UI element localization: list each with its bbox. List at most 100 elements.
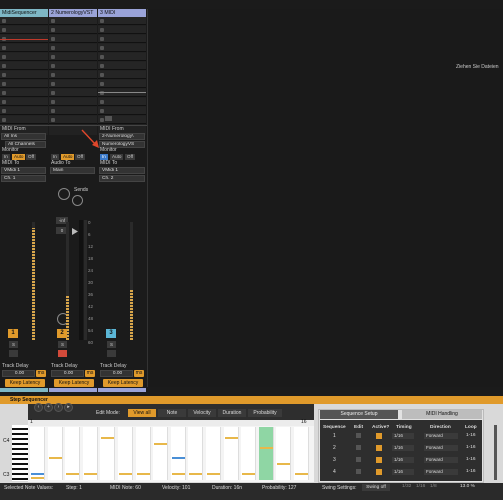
step-note[interactable] — [31, 477, 44, 479]
track-activator-1[interactable]: 1 — [8, 329, 18, 338]
clip-slot[interactable] — [98, 98, 146, 106]
fader-handle[interactable] — [72, 228, 78, 235]
clip-slot[interactable] — [49, 35, 97, 43]
active-checkbox[interactable] — [376, 457, 382, 463]
solo-button[interactable]: S — [107, 341, 116, 348]
clip-stop-icon[interactable] — [51, 37, 55, 41]
step-note[interactable] — [154, 443, 168, 445]
step-column[interactable] — [135, 427, 151, 480]
step-column[interactable] — [188, 427, 204, 480]
arm-button[interactable] — [107, 350, 116, 357]
track-activator-2[interactable]: 2 — [57, 329, 67, 338]
step-column[interactable] — [47, 427, 63, 480]
step-note[interactable] — [189, 473, 203, 475]
step-column[interactable] — [276, 427, 292, 480]
track-header-3[interactable]: 3 MIDI — [98, 9, 146, 17]
clip-stop-icon[interactable] — [2, 82, 6, 86]
clip-slot[interactable] — [98, 44, 146, 52]
clip-stop-icon[interactable] — [2, 91, 6, 95]
step-column[interactable] — [82, 427, 98, 480]
clip-stop-icon[interactable] — [100, 109, 104, 113]
clip-slot[interactable] — [49, 89, 97, 97]
midi-channel-select[interactable]: Ch. 2 — [99, 175, 145, 182]
solo-button[interactable]: S — [58, 341, 67, 348]
clip-stop-icon[interactable] — [100, 82, 104, 86]
step-note[interactable] — [66, 473, 80, 475]
tab-duration[interactable]: Duration — [218, 409, 246, 417]
clip-stop-icon[interactable] — [100, 19, 104, 23]
clip-slot[interactable] — [98, 89, 146, 97]
play-icon[interactable]: ▸ — [64, 403, 73, 412]
active-checkbox[interactable] — [376, 469, 382, 475]
step-note[interactable] — [295, 473, 308, 475]
step-column[interactable] — [65, 427, 81, 480]
direction-select[interactable]: Forward — [424, 433, 458, 439]
clip-stop-icon[interactable] — [2, 19, 6, 23]
clip-slot[interactable] — [98, 107, 146, 115]
midi-from-select[interactable]: 2-Numerology\ — [99, 133, 145, 140]
clip-slot[interactable] — [98, 17, 146, 25]
clip-stop-icon[interactable] — [100, 118, 104, 122]
fader-track[interactable] — [79, 220, 83, 340]
solo-button[interactable]: S — [9, 341, 18, 348]
clip-slot[interactable] — [49, 17, 97, 25]
midi-channel-select[interactable]: Ch. 1 — [1, 175, 46, 182]
monitor-off-button[interactable]: Off — [75, 154, 86, 160]
step-column[interactable] — [223, 427, 239, 480]
clip-stop-icon[interactable] — [2, 46, 6, 50]
device-title-bar[interactable] — [0, 396, 503, 404]
clip-stop-icon[interactable] — [2, 28, 6, 32]
track-delay-value[interactable]: 0.00 — [51, 370, 84, 377]
clip-stop-icon[interactable] — [100, 55, 104, 59]
clip-stop-icon[interactable] — [51, 55, 55, 59]
step-column[interactable] — [118, 427, 133, 480]
timing-select[interactable]: 1/16 — [392, 445, 414, 451]
step-note-selected[interactable] — [171, 457, 185, 459]
clip-stop-icon[interactable] — [2, 118, 6, 122]
clip-stop-icon[interactable] — [2, 64, 6, 68]
arm-button[interactable] — [9, 350, 18, 357]
step-note[interactable] — [83, 473, 97, 475]
clip-stop-icon[interactable] — [2, 100, 6, 104]
clip-stop-icon[interactable] — [100, 100, 104, 104]
keep-latency-button[interactable]: Keep Latency — [5, 379, 45, 387]
clip-slot[interactable] — [0, 80, 48, 88]
keep-latency-button[interactable]: Keep Latency — [54, 379, 94, 387]
clip-stop-icon[interactable] — [51, 118, 55, 122]
clip-slot[interactable] — [98, 26, 146, 34]
clip-stop-icon[interactable] — [51, 19, 55, 23]
clip-stop-icon[interactable] — [51, 82, 55, 86]
clip-slot[interactable] — [49, 26, 97, 34]
clip-slot[interactable] — [98, 53, 146, 61]
step-note[interactable] — [259, 447, 273, 449]
clip-slot[interactable] — [98, 71, 146, 79]
edit-radio[interactable] — [356, 433, 361, 438]
clip-slot[interactable] — [49, 71, 97, 79]
clip-stop-icon[interactable] — [51, 64, 55, 68]
send-knob[interactable] — [72, 195, 83, 206]
step-column[interactable] — [241, 427, 257, 480]
clip-slot[interactable] — [49, 53, 97, 61]
step-column[interactable] — [170, 427, 186, 480]
tab-note[interactable]: Note — [158, 409, 186, 417]
step-column[interactable] — [258, 427, 274, 480]
clip-slot[interactable] — [49, 80, 97, 88]
clip-stop-icon[interactable] — [51, 46, 55, 50]
tab-midi-handling[interactable]: MIDI Handling — [402, 410, 482, 419]
clip-slot[interactable] — [0, 98, 48, 106]
edit-radio[interactable] — [356, 457, 361, 462]
swing-1-16[interactable]: 1/16 — [416, 484, 425, 489]
timing-select[interactable]: 1/16 — [392, 457, 414, 463]
scrollbar[interactable] — [494, 425, 497, 480]
clip-slot[interactable] — [0, 62, 48, 70]
step-note[interactable] — [224, 437, 238, 439]
clip-stop-icon[interactable] — [51, 73, 55, 77]
track-header-2[interactable]: 2 NumerologyVST — [49, 9, 97, 17]
step-note-selected[interactable] — [31, 473, 44, 475]
step-column[interactable] — [206, 427, 221, 480]
direction-select[interactable]: Forward — [424, 445, 458, 451]
clip-stop-icon[interactable] — [100, 37, 104, 41]
clip-slot[interactable] — [0, 53, 48, 61]
tab-view-all[interactable]: View all — [128, 409, 156, 417]
edit-radio[interactable] — [356, 469, 361, 474]
